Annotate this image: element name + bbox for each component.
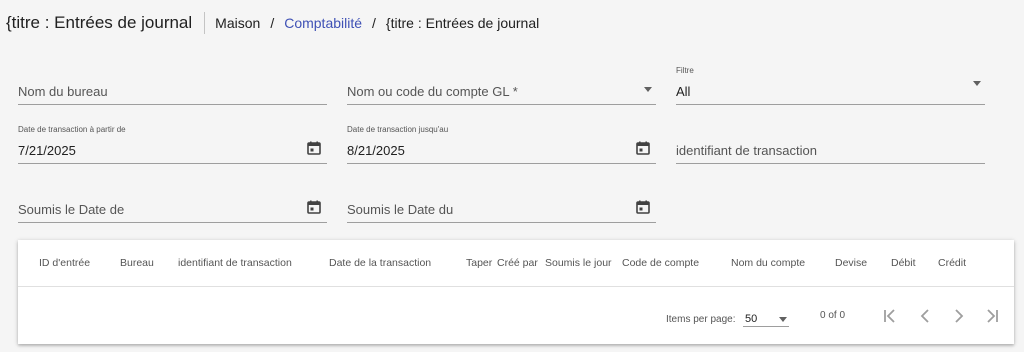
filter-label: Filtre bbox=[676, 66, 694, 75]
header-divider bbox=[204, 12, 206, 34]
calendar-icon[interactable] bbox=[307, 200, 321, 214]
date-from-field[interactable]: Date de transaction à partir de 7/21/202… bbox=[18, 125, 327, 164]
next-page-icon[interactable] bbox=[949, 306, 969, 326]
filter-value: All bbox=[676, 84, 691, 99]
page-header: {titre : Entrées de journal Maison / Com… bbox=[6, 10, 539, 36]
chevron-down-icon bbox=[779, 317, 787, 322]
column-header-entry-id[interactable]: ID d'entrée bbox=[39, 257, 90, 269]
date-to-label: Date de transaction jusqu'au bbox=[347, 125, 449, 134]
page-range-label: 0 of 0 bbox=[820, 310, 846, 321]
previous-page-icon[interactable] bbox=[915, 306, 935, 326]
date-to-field[interactable]: Date de transaction jusqu'au 8/21/2025 bbox=[347, 125, 656, 164]
table-header-row: ID d'entrée Bureau identifiant de transa… bbox=[18, 240, 1014, 287]
date-from-label: Date de transaction à partir de bbox=[18, 125, 126, 134]
transaction-id-field[interactable]: identifiant de transaction bbox=[676, 129, 985, 164]
column-header-debit[interactable]: Débit bbox=[891, 257, 916, 269]
date-from-value: 7/21/2025 bbox=[18, 143, 76, 158]
column-header-credit[interactable]: Crédit bbox=[938, 257, 966, 269]
breadcrumb-home[interactable]: Maison bbox=[215, 15, 260, 31]
submitted-to-placeholder: Soumis le Date du bbox=[347, 202, 454, 217]
column-header-account-name[interactable]: Nom du compte bbox=[731, 257, 805, 269]
calendar-icon[interactable] bbox=[636, 141, 650, 155]
gl-account-placeholder: Nom ou code du compte GL * bbox=[347, 84, 518, 99]
last-page-icon[interactable] bbox=[982, 306, 1002, 326]
first-page-icon[interactable] bbox=[880, 306, 900, 326]
column-header-created-by[interactable]: Créé par bbox=[497, 257, 538, 269]
breadcrumb-accounting[interactable]: Comptabilité bbox=[284, 15, 362, 31]
breadcrumb-separator: / bbox=[372, 15, 376, 31]
journal-entries-table: ID d'entrée Bureau identifiant de transa… bbox=[18, 240, 1014, 344]
column-header-type[interactable]: Taper bbox=[466, 257, 492, 269]
page-title: {titre : Entrées de journal bbox=[6, 13, 193, 32]
page-size-value: 50 bbox=[745, 313, 758, 325]
transaction-id-placeholder: identifiant de transaction bbox=[676, 143, 817, 158]
chevron-down-icon bbox=[644, 87, 652, 92]
items-per-page-label: Items per page: bbox=[666, 314, 736, 325]
office-name-field[interactable]: Nom du bureau bbox=[18, 70, 327, 105]
breadcrumb: Maison / Comptabilité / {titre : Entrées… bbox=[215, 15, 539, 31]
column-header-office[interactable]: Bureau bbox=[120, 257, 154, 269]
column-header-transaction-id[interactable]: identifiant de transaction bbox=[178, 257, 292, 269]
page-size-select[interactable]: 50 bbox=[743, 308, 789, 327]
breadcrumb-separator: / bbox=[270, 15, 275, 31]
gl-account-field[interactable]: Nom ou code du compte GL * bbox=[347, 70, 656, 105]
submitted-to-field[interactable]: Soumis le Date du bbox=[347, 188, 656, 223]
submitted-from-field[interactable]: Soumis le Date de bbox=[18, 188, 327, 223]
column-header-submitted-on[interactable]: Soumis le jour bbox=[545, 257, 612, 269]
column-header-currency[interactable]: Devise bbox=[835, 257, 867, 269]
date-to-value: 8/21/2025 bbox=[347, 143, 405, 158]
paginator: Items per page: 50 0 of 0 bbox=[18, 298, 1014, 328]
breadcrumb-current: {titre : Entrées de journal bbox=[385, 15, 540, 31]
chevron-down-icon bbox=[973, 81, 981, 86]
column-header-account-code[interactable]: Code de compte bbox=[622, 257, 699, 269]
calendar-icon[interactable] bbox=[636, 200, 650, 214]
column-header-transaction-date[interactable]: Date de la transaction bbox=[329, 257, 431, 269]
filter-select[interactable]: Filtre All bbox=[676, 66, 985, 105]
office-name-placeholder: Nom du bureau bbox=[18, 84, 108, 99]
submitted-from-placeholder: Soumis le Date de bbox=[18, 202, 125, 217]
calendar-icon[interactable] bbox=[307, 141, 321, 155]
